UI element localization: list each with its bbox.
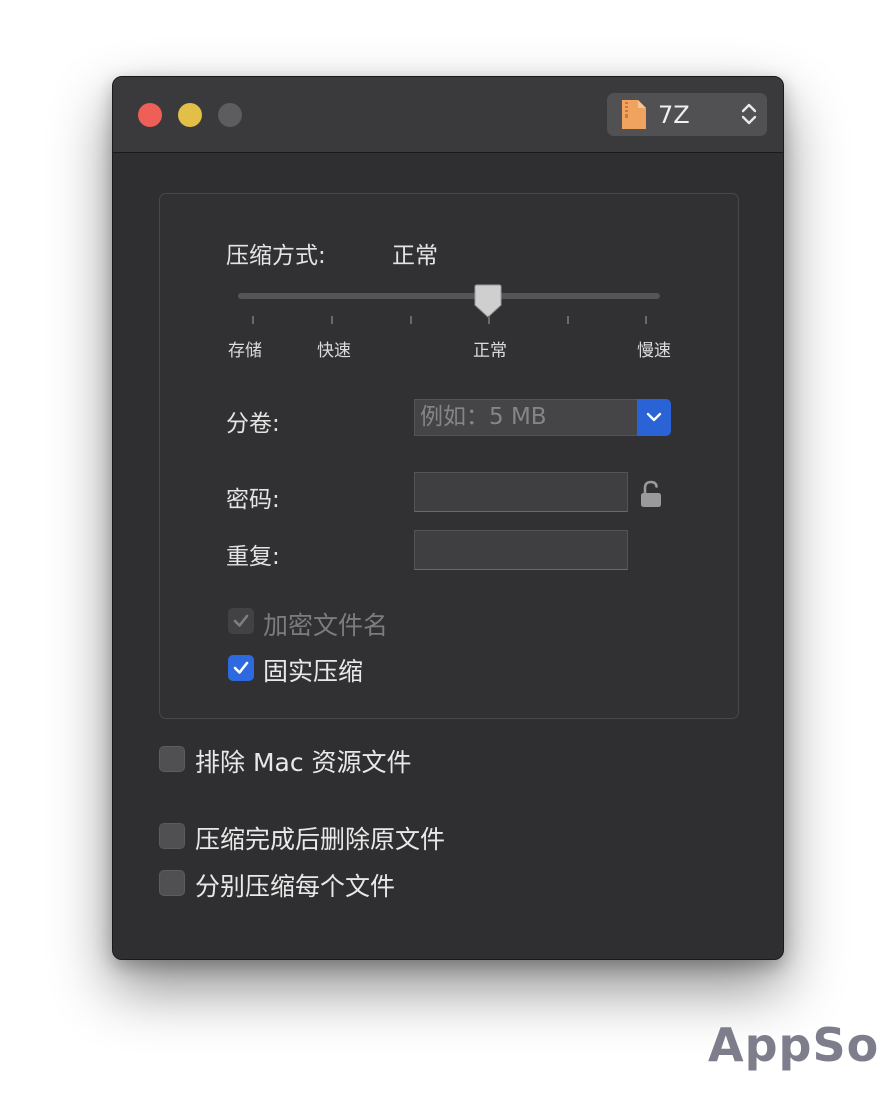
format-value: 7Z [658,101,690,129]
updown-chevron-icon [741,103,757,125]
split-volume-dropdown-button[interactable] [637,399,671,436]
compression-level-slider-track[interactable] [238,293,660,299]
title-bar: 7Z [113,77,783,153]
chevron-down-icon [646,412,662,422]
encrypt-filenames-checkbox [228,608,254,634]
checkmark-icon [233,614,249,627]
delete-after-compress-checkbox[interactable] [159,823,185,849]
repeat-password-field[interactable] [414,530,628,570]
slider-tick [645,316,647,324]
split-volume-label: 分卷: [226,411,280,437]
level-label-store: 存储 [228,341,262,361]
slider-tick [410,316,412,324]
exclude-mac-resources-label: 排除 Mac 资源文件 [195,748,412,777]
close-button[interactable] [138,103,162,127]
level-label-normal: 正常 [473,341,507,361]
solid-compression-label: 固实压缩 [263,657,364,686]
compression-method-value: 正常 [392,243,438,269]
solid-compression-checkbox[interactable] [228,655,254,681]
format-select[interactable]: 7Z [607,93,767,136]
lock-open-icon[interactable] [639,479,663,509]
compress-separately-checkbox[interactable] [159,870,185,896]
level-label-slow: 慢速 [637,341,671,361]
compress-separately-label: 分别压缩每个文件 [195,872,396,901]
compression-settings-group: 压缩方式: 正常 存储 快速 正常 慢速 分卷: 例如：5 MB 密码: 重复: [159,193,739,719]
delete-after-compress-label: 压缩完成后删除原文件 [195,825,446,854]
exclude-mac-resources-checkbox[interactable] [159,746,185,772]
archive-options-window: 7Z 压缩方式: 正常 存储 快速 正常 慢速 分卷: 例如：5 MB 密码: … [112,76,784,960]
checkmark-icon [233,661,249,674]
repeat-password-label: 重复: [226,544,280,570]
zoom-button[interactable] [218,103,242,127]
password-label: 密码: [226,487,280,513]
split-volume-input[interactable]: 例如：5 MB [414,399,638,436]
slider-tick [567,316,569,324]
password-field[interactable] [414,472,628,512]
compression-level-slider-thumb[interactable] [472,284,504,320]
appso-watermark: AppSo [708,1018,880,1072]
slider-tick [331,316,333,324]
slider-tick [252,316,254,324]
archive-file-icon [622,100,646,129]
compression-method-label: 压缩方式: [226,243,326,269]
slider-tick [488,316,490,324]
minimize-button[interactable] [178,103,202,127]
level-label-fast: 快速 [317,341,351,361]
encrypt-filenames-label: 加密文件名 [263,611,389,640]
